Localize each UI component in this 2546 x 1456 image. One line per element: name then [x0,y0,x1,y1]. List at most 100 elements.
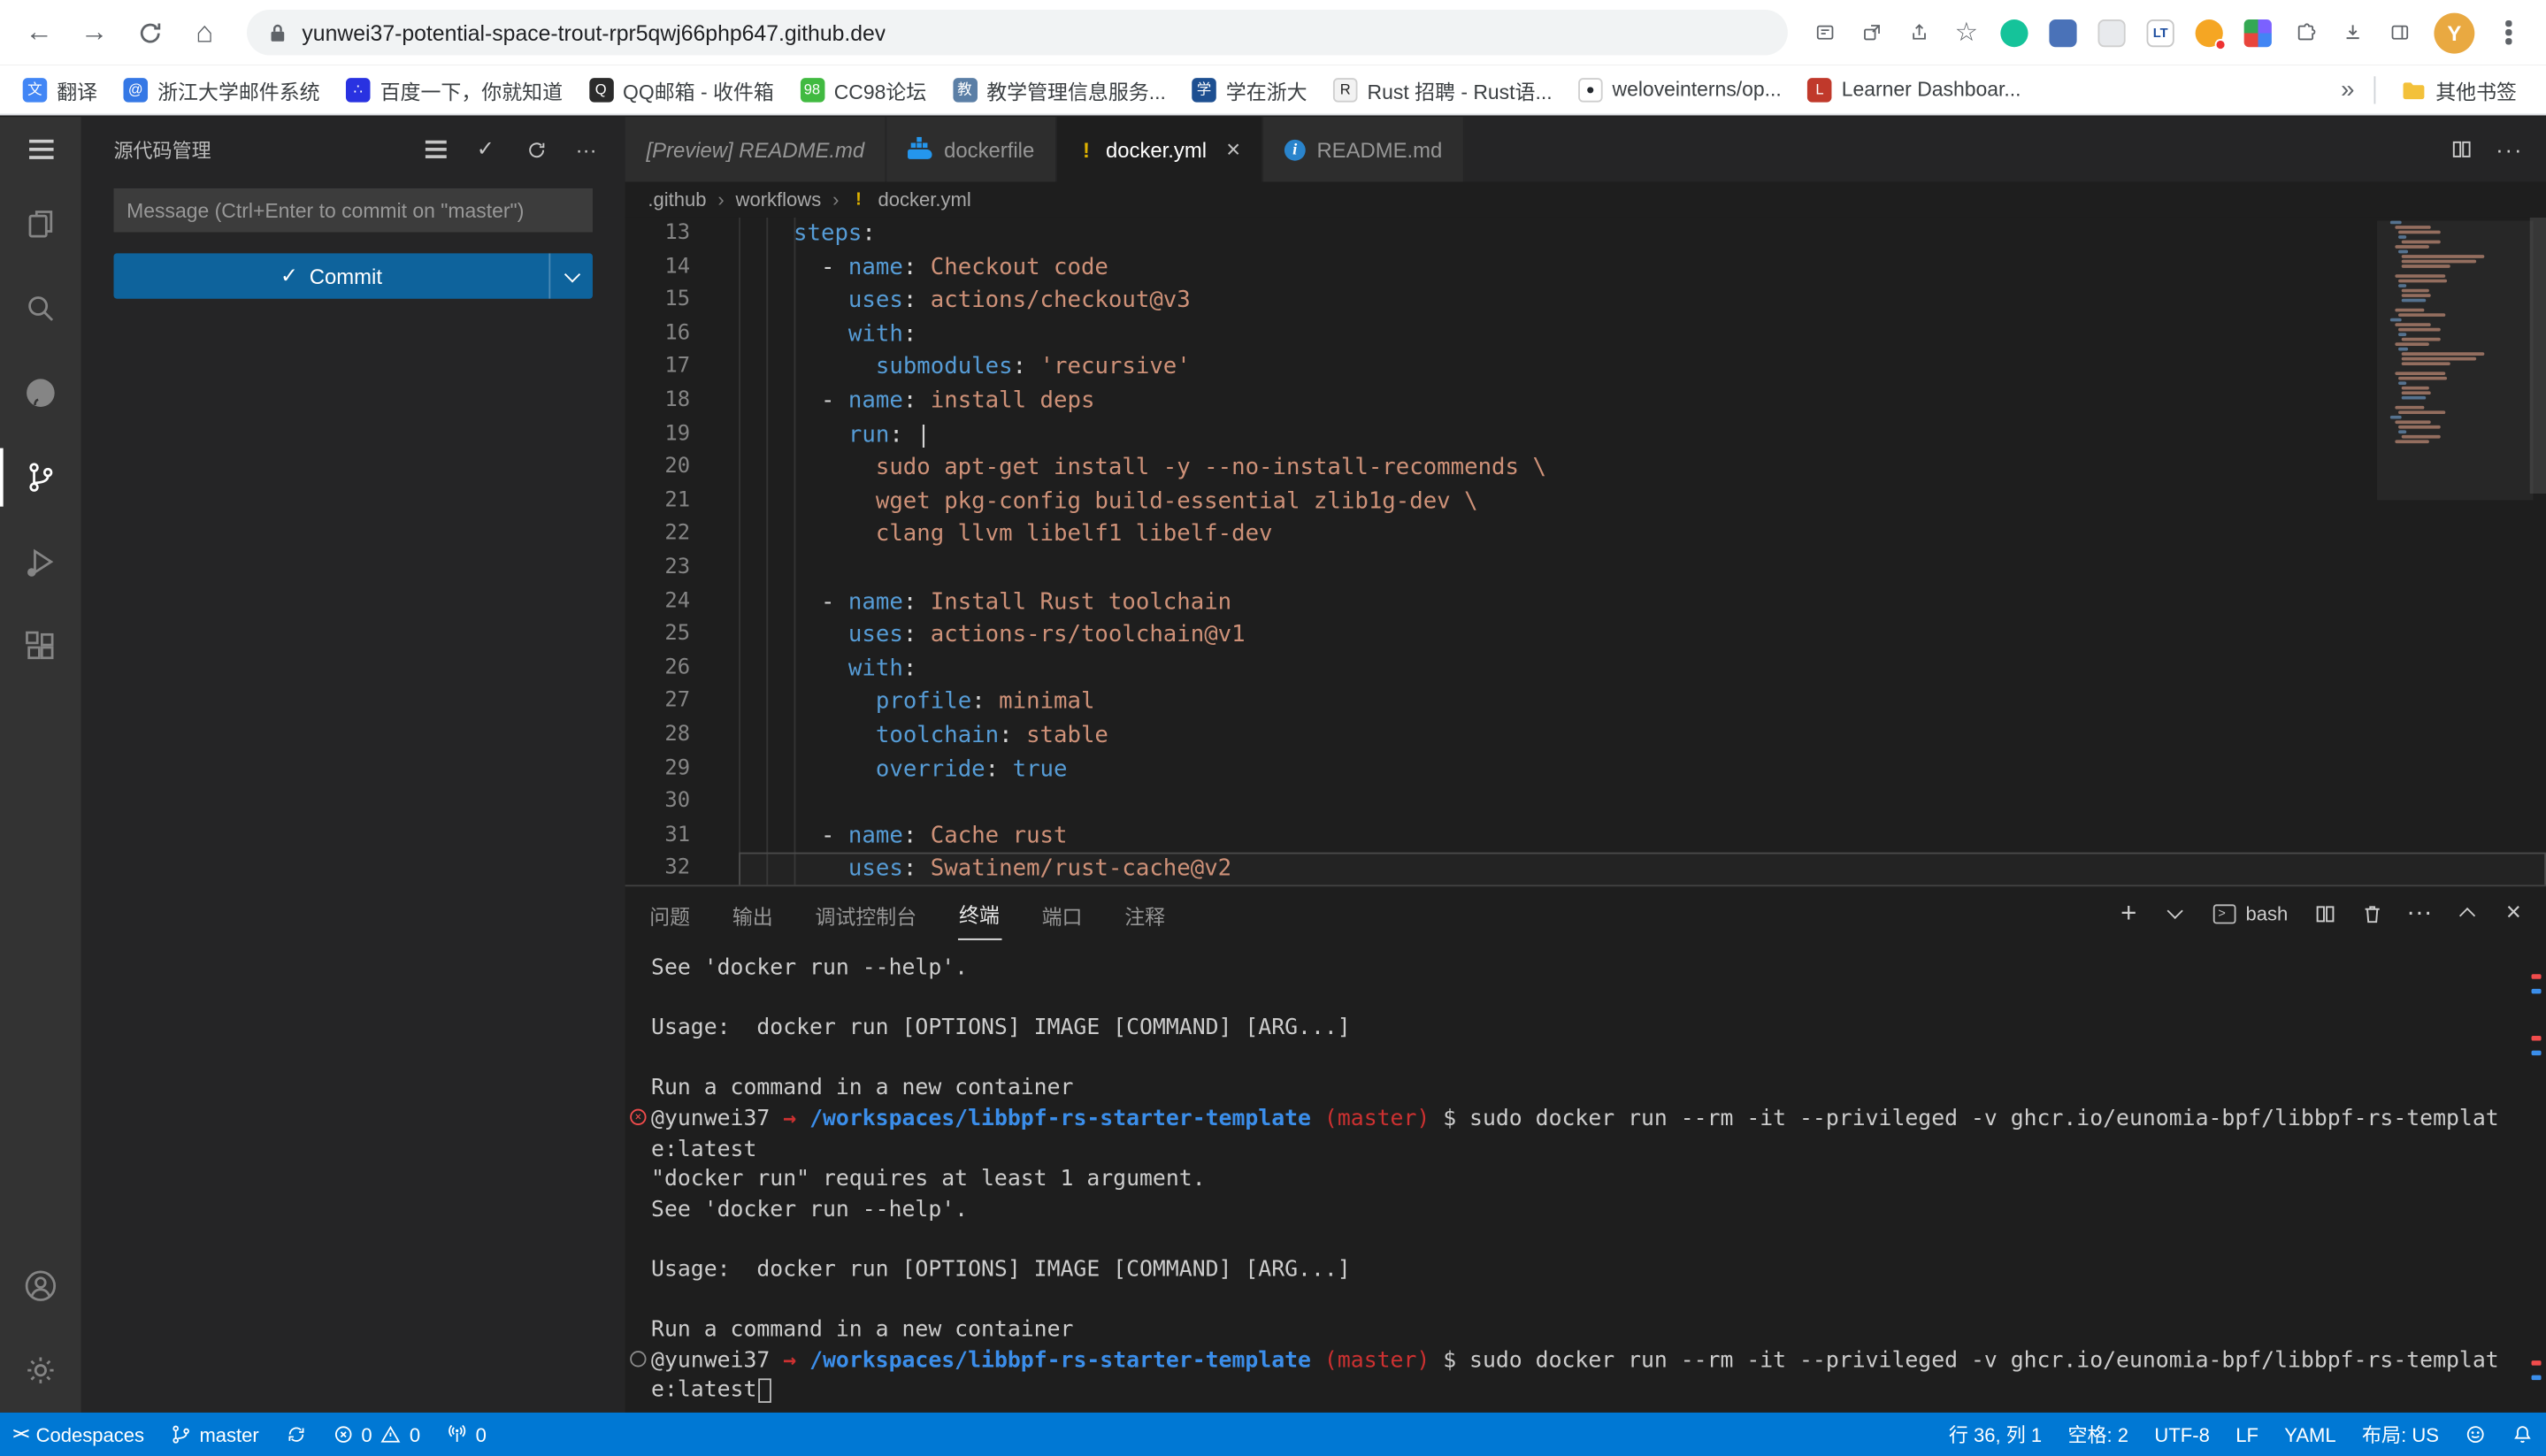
editor-tab[interactable]: iREADME.md [1263,117,1465,181]
refresh-icon[interactable] [523,136,548,162]
editor-more-icon[interactable]: ··· [2496,136,2523,162]
ports-indicator[interactable]: 0 [433,1413,500,1456]
code-line[interactable]: 22 clang llvm libelf1 libelf-dev [625,518,2546,552]
side-panel-icon[interactable] [2379,11,2421,54]
editor-tab[interactable]: !docker.yml× [1057,117,1263,181]
bookmark-item[interactable]: LLearner Dashboar... [1795,73,2035,107]
forward-button[interactable]: → [68,6,120,58]
code-line[interactable]: 32 uses: Swatinem/rust-cache@v2 [625,853,2546,885]
breadcrumb-item[interactable]: docker.yml [878,188,970,211]
extension-languagetool-icon[interactable]: LT [2147,19,2174,46]
extension-notes-icon[interactable] [2097,19,2125,46]
downloads-icon[interactable] [2332,11,2374,54]
editor-tab[interactable]: [Preview] README.md [625,117,887,181]
code-line[interactable]: 27 profile: minimal [625,686,2546,719]
menu-button[interactable] [0,117,81,181]
split-editor-icon[interactable] [2450,138,2473,161]
extension-shield-icon[interactable] [2049,19,2076,46]
extensions-icon[interactable] [0,604,81,688]
code-editor[interactable]: 13 steps:14 - name: Checkout code15 uses… [625,218,2546,885]
search-icon[interactable] [0,266,81,350]
panel-tab[interactable]: 调试控制台 [814,887,918,939]
settings-gear-icon[interactable] [0,1328,81,1412]
share-icon[interactable] [1898,11,1941,54]
panel-tab[interactable]: 输出 [731,887,775,939]
reading-list-icon[interactable] [1804,11,1846,54]
commit-check-icon[interactable]: ✓ [472,136,498,162]
account-icon[interactable] [0,1244,81,1328]
keyboard-layout[interactable]: 布局: US [2349,1413,2451,1456]
bookmark-item[interactable]: 文翻译 [10,69,111,110]
code-line[interactable]: 13 steps: [625,218,2546,251]
bookmark-item[interactable]: 教教学管理信息服务... [939,69,1179,110]
panel-more-icon[interactable]: ··· [2406,899,2432,928]
code-line[interactable]: 21 wget pkg-config build-essential zlib1… [625,485,2546,518]
code-line[interactable]: 24 - name: Install Rust toolchain [625,586,2546,619]
kill-terminal-icon[interactable] [2359,902,2385,925]
code-line[interactable]: 17 submodules: 'recursive' [625,351,2546,385]
code-line[interactable]: 26 with: [625,652,2546,686]
maximize-panel-icon[interactable] [2453,908,2479,919]
cursor-position[interactable]: 行 36, 列 1 [1936,1413,2055,1456]
panel-tab[interactable]: 终端 [957,886,1001,940]
bookmark-item[interactable]: @浙江大学邮件系统 [111,69,333,110]
branch-indicator[interactable]: master [157,1413,272,1456]
terminal-output[interactable]: See 'docker run --help'.Usage: docker ru… [625,940,2546,1413]
language-mode[interactable]: YAML [2272,1413,2350,1456]
editor-tab[interactable]: dockerfile [887,117,1057,181]
scrollbar-thumb[interactable] [2530,218,2546,494]
problems-indicator[interactable]: 0 0 [319,1413,433,1456]
extension-grammarly-icon[interactable] [2000,19,2028,46]
breadcrumb-item[interactable]: workflows [736,188,822,211]
minimap-slider[interactable] [2377,221,2533,501]
code-line[interactable]: 20 sudo apt-get install -y --no-install-… [625,452,2546,486]
bookmark-item[interactable]: ●weloveinterns/op... [1565,73,1794,107]
terminal-dropdown-icon[interactable] [2163,908,2189,919]
github-icon[interactable] [0,350,81,434]
eol-setting[interactable]: LF [2223,1413,2272,1456]
other-bookmarks-folder[interactable]: 其他书签 [2389,69,2530,110]
new-terminal-icon[interactable]: + [2116,897,2142,930]
panel-tab[interactable]: 端口 [1040,887,1085,939]
back-button[interactable]: ← [13,6,65,58]
code-line[interactable]: 16 with: [625,318,2546,351]
explorer-icon[interactable] [0,182,81,266]
puzzle-extensions-icon[interactable] [2285,11,2327,54]
notifications-bell-icon[interactable] [2499,1413,2546,1456]
bookmark-item[interactable]: 98CC98论坛 [787,69,939,110]
panel-tab[interactable]: 问题 [648,887,692,939]
open-in-window-icon[interactable] [1851,11,1893,54]
extension-grid-icon[interactable] [2244,19,2272,46]
profile-avatar[interactable]: Y [2434,12,2474,53]
close-icon[interactable]: × [1226,135,1240,163]
bookmark-item[interactable]: 学学在浙大 [1179,69,1321,110]
extension-orange-icon[interactable] [2196,19,2223,46]
codespaces-indicator[interactable]: >< Codespaces [0,1413,157,1456]
run-debug-icon[interactable] [0,519,81,603]
code-line[interactable]: 30 [625,786,2546,820]
bookmark-item[interactable]: QQQ邮箱 - 收件箱 [576,69,787,110]
split-terminal-icon[interactable] [2312,902,2338,925]
address-bar[interactable]: yunwei37-potential-space-trout-rpr5qwj66… [247,10,1788,55]
terminal-tab-bash[interactable]: > bash [2210,902,2291,925]
bookmark-star-icon[interactable]: ☆ [1945,11,1988,54]
minimap[interactable] [2384,221,2527,445]
source-control-icon[interactable] [0,435,81,519]
home-button[interactable]: ⌂ [179,6,231,58]
code-line[interactable]: 23 [625,552,2546,586]
feedback-icon[interactable] [2452,1413,2499,1456]
panel-tab[interactable]: 注释 [1123,887,1167,939]
encoding-setting[interactable]: UTF-8 [2142,1413,2223,1456]
indentation-setting[interactable]: 空格: 2 [2055,1413,2142,1456]
code-line[interactable]: 19 run: | [625,418,2546,452]
code-line[interactable]: 28 toolchain: stable [625,719,2546,753]
bookmark-item[interactable]: ∴百度一下，你就知道 [333,69,575,110]
bookmark-item[interactable]: RRust 招聘 - Rust语... [1320,69,1565,110]
editor-scrollbar[interactable] [2530,218,2546,885]
code-line[interactable]: 29 override: true [625,753,2546,786]
more-actions-icon[interactable]: ··· [573,136,599,162]
code-line[interactable]: 25 uses: actions-rs/toolchain@v1 [625,619,2546,653]
code-line[interactable]: 18 - name: install deps [625,385,2546,418]
commit-message-input[interactable] [113,188,592,233]
close-panel-icon[interactable]: × [2501,899,2527,928]
